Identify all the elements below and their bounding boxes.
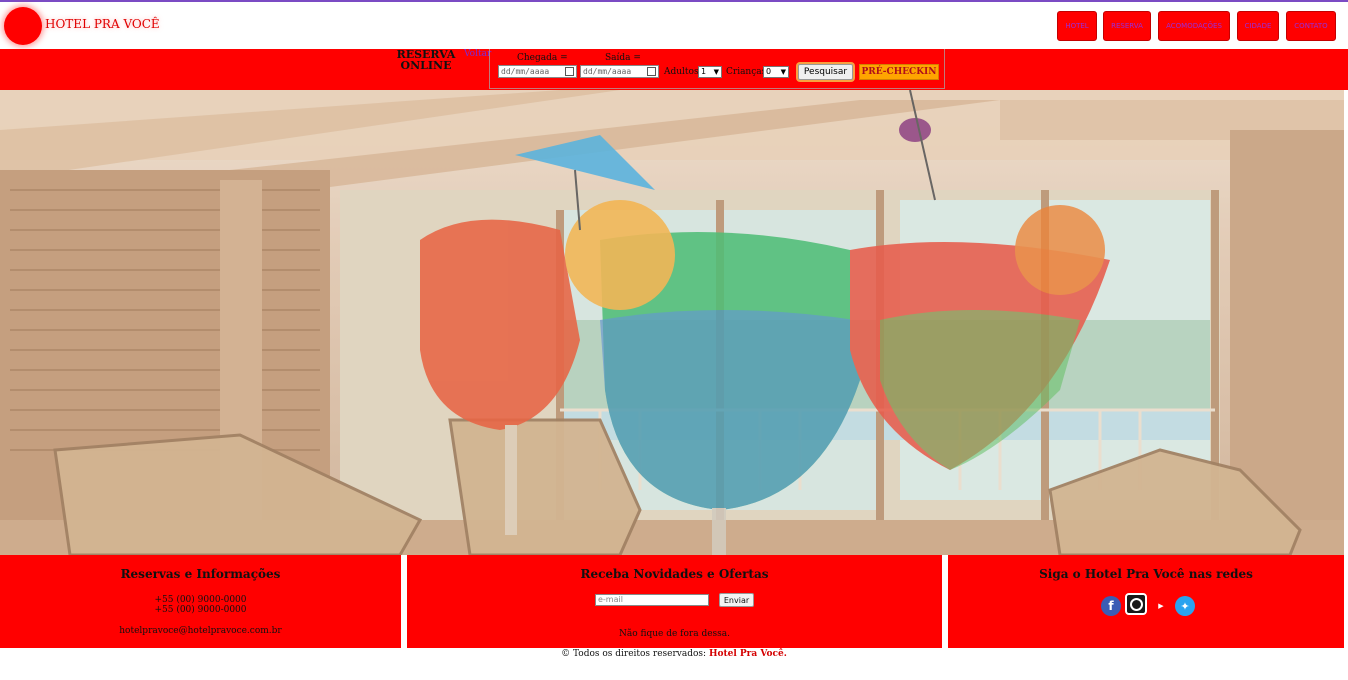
reservation-bar: RESERVA ONLINE Voltar Chegada = Saída = … (0, 49, 1348, 90)
reservation-title-line2: ONLINE (400, 59, 452, 72)
nav-acomodacoes[interactable]: ACOMODAÇÕES (1158, 11, 1230, 41)
adults-label: Adultos (664, 67, 699, 77)
checkout-date-input[interactable]: dd/mm/aaaa (580, 65, 659, 78)
contact-email[interactable]: hotelpravoce@hotelpravoce.com.br (0, 626, 401, 636)
checkout-label: Saída = (605, 53, 641, 63)
checkin-date-placeholder: dd/mm/aaaa (501, 67, 550, 76)
newsletter-email-input[interactable]: e-mail (595, 594, 709, 606)
logo-circle[interactable] (4, 7, 42, 45)
adults-select[interactable]: 1 ▼ (698, 66, 722, 78)
send-button[interactable]: Enviar (719, 593, 754, 607)
copyright: © Todos os direitos reservados: Hotel Pr… (0, 649, 1348, 659)
youtube-icon[interactable]: ▶ (1153, 600, 1169, 612)
facebook-icon[interactable]: f (1101, 596, 1121, 616)
nav-hotel[interactable]: HOTEL (1057, 11, 1097, 41)
social-box: Siga o Hotel Pra Você nas redes f ▶ ✦ (948, 555, 1344, 648)
reservation-form: Chegada = Saída = dd/mm/aaaa dd/mm/aaaa … (489, 49, 945, 89)
reservation-title: RESERVA ONLINE (396, 49, 456, 71)
children-select[interactable]: 0 ▼ (763, 66, 789, 78)
chevron-down-icon: ▼ (713, 68, 719, 76)
checkin-date-input[interactable]: dd/mm/aaaa (498, 65, 577, 78)
newsletter-box: Receba Novidades e Ofertas e-mail Enviar… (407, 555, 942, 648)
brand-name[interactable]: HOTEL PRA VOCÊ (45, 17, 160, 31)
instagram-icon[interactable] (1125, 593, 1147, 615)
children-value: 0 (766, 67, 772, 76)
newsletter-tagline: Não fique de fora dessa. (618, 629, 731, 639)
checkin-label: Chegada = (517, 53, 568, 63)
copyright-text: © Todos os direitos reservados: (561, 649, 707, 659)
nav-cidade[interactable]: CIDADE (1237, 11, 1279, 41)
copyright-brand[interactable]: Hotel Pra Você. (709, 649, 787, 659)
calendar-icon[interactable] (647, 67, 656, 76)
calendar-icon[interactable] (565, 67, 574, 76)
chevron-down-icon: ▼ (780, 68, 786, 76)
nav-contato[interactable]: CONTATO (1286, 11, 1336, 41)
phone-2: +55 (00) 9000-0000 (154, 605, 247, 615)
social-title: Siga o Hotel Pra Você nas redes (1039, 567, 1253, 581)
children-label: Crianças (726, 67, 767, 77)
hero-illustration (0, 90, 1344, 555)
phone-1: +55 (00) 9000-0000 (154, 595, 247, 605)
nav-reserva[interactable]: RESERVA (1103, 11, 1151, 41)
checkout-date-placeholder: dd/mm/aaaa (583, 67, 632, 76)
info-box: Reservas e Informações +55 (00) 9000-000… (0, 555, 401, 648)
adults-value: 1 (701, 67, 707, 76)
precheckin-button[interactable]: PRÉ-CHECKIN (859, 64, 939, 80)
back-link[interactable]: Voltar (464, 49, 491, 59)
search-button[interactable]: Pesquisar (798, 64, 853, 80)
twitter-icon[interactable]: ✦ (1175, 596, 1195, 616)
site-header: HOTEL PRA VOCÊ HOTEL RESERVA ACOMODAÇÕES… (0, 2, 1348, 49)
hero-image (0, 90, 1344, 555)
info-title: Reservas e Informações (120, 567, 281, 581)
newsletter-title: Receba Novidades e Ofertas (580, 567, 769, 581)
